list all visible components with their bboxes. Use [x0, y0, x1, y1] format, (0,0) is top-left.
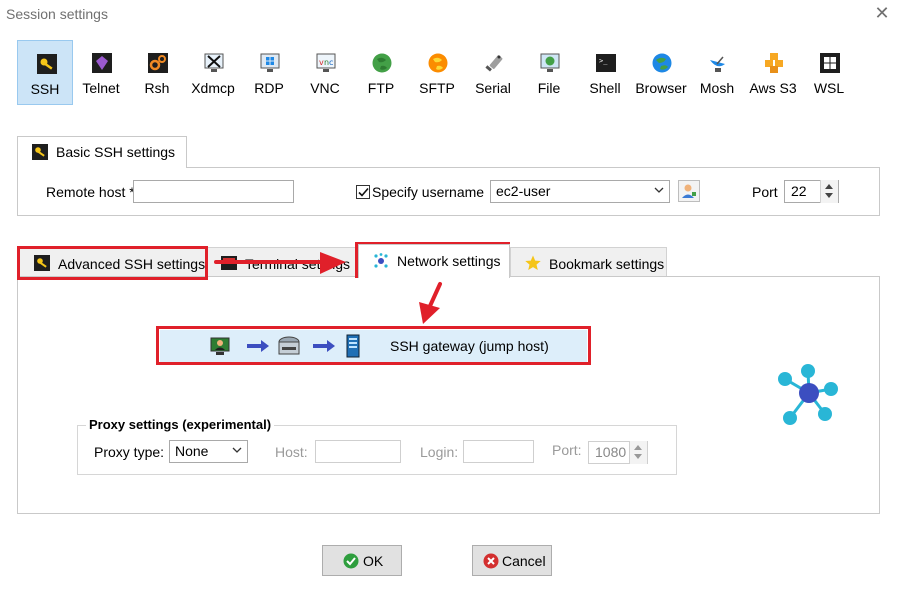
- basic-settings-panel: Remote host * Specify username ec2-user …: [17, 167, 880, 216]
- windows-logo-icon: [820, 53, 840, 73]
- protocol-toolbar: SSH Telnet Rsh Xdmcp RDP vnc VNC FTP SFT…: [17, 40, 877, 106]
- checkmark-icon: [358, 187, 369, 197]
- key-icon: [37, 54, 57, 74]
- annotation-arrow-down-icon: [419, 282, 442, 324]
- protocol-wsl[interactable]: WSL: [801, 40, 857, 105]
- highlight-gateway-button: [156, 326, 591, 365]
- protocol-ftp[interactable]: FTP: [353, 40, 409, 105]
- proxy-settings-legend: Proxy settings (experimental): [86, 417, 275, 432]
- network-settings-panel: [17, 276, 880, 514]
- tab-bookmark-settings[interactable]: Bookmark settings: [510, 247, 667, 277]
- protocol-telnet[interactable]: Telnet: [73, 40, 129, 105]
- gears-icon: [148, 53, 168, 73]
- globe-icon: [652, 53, 672, 73]
- user-manager-button[interactable]: [678, 180, 700, 202]
- proxy-port-spinner[interactable]: [629, 441, 647, 464]
- x-display-icon: [204, 53, 224, 72]
- window-title: Session settings: [6, 6, 108, 22]
- proxy-type-select[interactable]: None: [169, 440, 248, 463]
- protocol-mosh[interactable]: Mosh: [689, 40, 745, 105]
- proxy-login-input[interactable]: [463, 440, 534, 463]
- globe-orange-icon: [428, 53, 448, 73]
- protocol-shell[interactable]: >_ Shell: [577, 40, 633, 105]
- proxy-type-label: Proxy type:: [94, 444, 165, 460]
- proxy-settings-group: Proxy settings (experimental) Proxy type…: [77, 417, 677, 475]
- network-graphic-icon: [778, 364, 838, 425]
- remote-host-label: Remote host *: [46, 184, 135, 200]
- proxy-host-input[interactable]: [315, 440, 401, 463]
- username-value: ec2-user: [496, 183, 551, 199]
- protocol-browser[interactable]: Browser: [633, 40, 689, 105]
- annotation-arrow-right-icon: [214, 252, 346, 274]
- vnc-monitor-icon: vnc: [316, 53, 336, 72]
- key-icon: [32, 144, 48, 160]
- gem-icon: [92, 53, 112, 73]
- tab-network-settings[interactable]: Network settings: [358, 244, 510, 278]
- proxy-port-label: Port:: [552, 442, 582, 458]
- proxy-login-label: Login:: [420, 444, 459, 460]
- protocol-serial[interactable]: Serial: [465, 40, 521, 105]
- svg-text:c: c: [329, 58, 333, 67]
- network-icon: [374, 253, 388, 268]
- spinner-down-icon[interactable]: [634, 454, 642, 459]
- globe-green-icon: [372, 53, 392, 73]
- protocol-ssh[interactable]: SSH: [17, 40, 73, 105]
- protocol-xdmcp[interactable]: Xdmcp: [185, 40, 241, 105]
- specify-username-label: Specify username: [372, 184, 485, 200]
- port-label: Port: [752, 184, 778, 200]
- spinner-down-icon[interactable]: [825, 193, 833, 198]
- protocol-rdp[interactable]: RDP: [241, 40, 297, 105]
- protocol-file[interactable]: File: [521, 40, 577, 105]
- serial-plug-icon: [485, 55, 503, 72]
- terminal-icon: >_: [596, 54, 616, 72]
- windows-monitor-icon: [260, 53, 280, 72]
- highlight-advanced-tab: [17, 246, 208, 280]
- cancel-button[interactable]: Cancel: [472, 545, 552, 576]
- tab-basic-ssh-settings: Basic SSH settings: [17, 136, 187, 168]
- proxy-type-value: None: [175, 443, 209, 459]
- satellite-dish-icon: [710, 56, 725, 72]
- aws-cubes-icon: [765, 53, 783, 73]
- protocol-aws-s3[interactable]: Aws S3: [745, 40, 801, 105]
- specify-username-checkbox[interactable]: [356, 185, 370, 199]
- star-icon: [525, 255, 541, 270]
- chevron-down-icon: [232, 447, 242, 453]
- port-value: 22: [791, 183, 807, 199]
- proxy-host-label: Host:: [275, 444, 308, 460]
- cancel-circle-icon: [483, 553, 499, 569]
- chevron-down-icon: [654, 187, 664, 193]
- ok-button[interactable]: OK: [322, 545, 402, 576]
- check-circle-icon: [343, 553, 359, 569]
- port-spinner[interactable]: [820, 180, 838, 203]
- protocol-sftp[interactable]: SFTP: [409, 40, 465, 105]
- proxy-port-value: 1080: [595, 444, 627, 460]
- protocol-rsh[interactable]: Rsh: [129, 40, 185, 105]
- close-icon[interactable]: ✕: [872, 3, 892, 23]
- svg-text:>_: >_: [599, 57, 608, 65]
- title-bar: Session settings ✕: [0, 0, 898, 28]
- file-monitor-icon: [540, 53, 560, 72]
- spinner-up-icon[interactable]: [825, 184, 833, 189]
- user-icon: [682, 184, 696, 198]
- protocol-vnc[interactable]: vnc VNC: [297, 40, 353, 105]
- username-combobox[interactable]: ec2-user: [490, 180, 670, 203]
- spinner-up-icon[interactable]: [634, 445, 642, 450]
- remote-host-input[interactable]: [133, 180, 294, 203]
